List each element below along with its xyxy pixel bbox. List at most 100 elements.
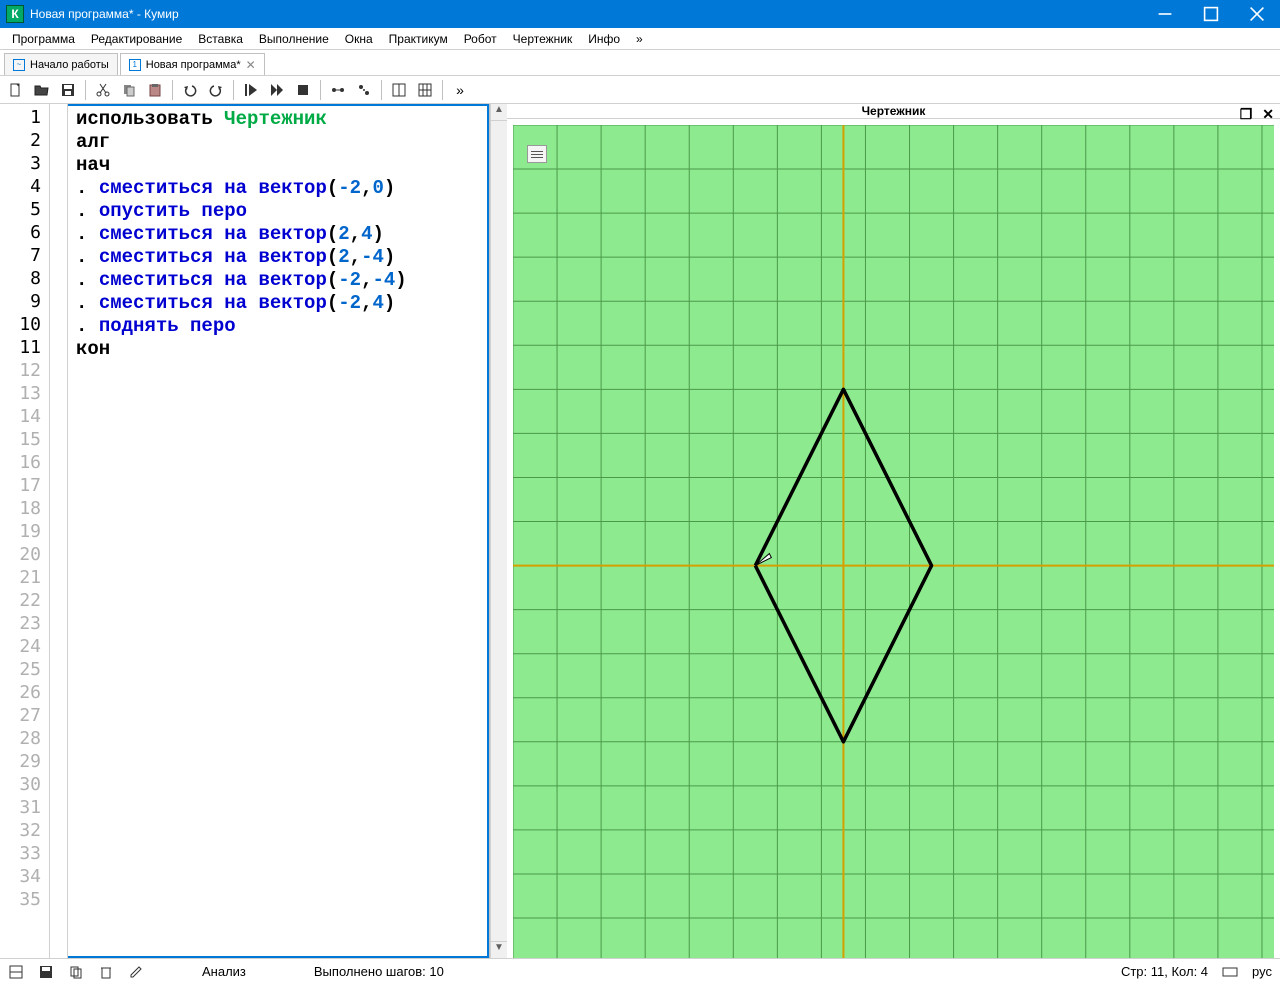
editor-pane: 1234567891011121314151617181920212223242… [0, 104, 490, 958]
line-number: 26 [0, 681, 49, 704]
more-button[interactable]: » [448, 79, 472, 101]
app-icon: К [6, 5, 24, 23]
menu-item[interactable]: Окна [337, 30, 381, 48]
line-number: 25 [0, 658, 49, 681]
status-analysis: Анализ [202, 964, 246, 979]
line-number: 12 [0, 359, 49, 382]
status-position: Стр: 11, Кол: 4 [1121, 964, 1208, 979]
line-gutter: 1234567891011121314151617181920212223242… [0, 104, 50, 958]
scroll-track[interactable] [491, 121, 507, 941]
line-number: 5 [0, 198, 49, 221]
close-button[interactable] [1234, 0, 1280, 28]
run-button[interactable] [239, 79, 263, 101]
line-number: 29 [0, 750, 49, 773]
menu-item[interactable]: Вставка [190, 30, 251, 48]
keyboard-icon[interactable] [1222, 964, 1238, 980]
tab-label: Начало работы [30, 59, 109, 71]
menu-item[interactable]: Редактирование [83, 30, 190, 48]
line-number: 23 [0, 612, 49, 635]
line-number: 10 [0, 313, 49, 336]
line-number: 28 [0, 727, 49, 750]
status-icon-1[interactable] [8, 964, 24, 980]
menu-item[interactable]: Инфо [580, 30, 628, 48]
toolbar: » [0, 76, 1280, 104]
drawing-canvas[interactable] [513, 125, 1274, 958]
step-button[interactable] [265, 79, 289, 101]
draw-panel-header: Чертежник ❐ ✕ [507, 104, 1280, 119]
line-number: 8 [0, 267, 49, 290]
line-number: 22 [0, 589, 49, 612]
line-number: 20 [0, 543, 49, 566]
redo-button[interactable] [204, 79, 228, 101]
line-number: 14 [0, 405, 49, 428]
panel-2-button[interactable] [413, 79, 437, 101]
line-number: 1 [0, 106, 49, 129]
scroll-up-icon[interactable]: ▲ [491, 104, 507, 121]
new-file-button[interactable] [4, 79, 28, 101]
editor-margin [50, 104, 68, 958]
menu-item[interactable]: » [628, 30, 651, 48]
maximize-button[interactable] [1188, 0, 1234, 28]
menu-item[interactable]: Выполнение [251, 30, 337, 48]
undo-button[interactable] [178, 79, 202, 101]
paste-button[interactable] [143, 79, 167, 101]
status-save-icon[interactable] [38, 964, 54, 980]
toggle-b-button[interactable] [352, 79, 376, 101]
menubar: ПрограммаРедактированиеВставкаВыполнение… [0, 28, 1280, 50]
open-file-button[interactable] [30, 79, 54, 101]
window-titlebar: К Новая программа* - Кумир [0, 0, 1280, 28]
menu-item[interactable]: Чертежник [505, 30, 581, 48]
line-number: 7 [0, 244, 49, 267]
draw-panel-title: Чертежник [862, 104, 926, 118]
canvas-wrap [507, 119, 1280, 958]
document-tab[interactable]: ~ Начало работы [4, 53, 118, 75]
undock-icon[interactable]: ❐ [1240, 106, 1253, 123]
line-number: 13 [0, 382, 49, 405]
menu-item[interactable]: Практикум [381, 30, 456, 48]
status-edit-icon[interactable] [128, 964, 144, 980]
menu-item[interactable]: Робот [456, 30, 505, 48]
line-number: 31 [0, 796, 49, 819]
close-panel-icon[interactable]: ✕ [1262, 106, 1274, 123]
tab-label: Новая программа* [146, 59, 241, 71]
copy-button[interactable] [117, 79, 141, 101]
editor-scrollbar[interactable]: ▲ ▼ [490, 104, 507, 958]
line-number: 4 [0, 175, 49, 198]
line-number: 32 [0, 819, 49, 842]
line-number: 3 [0, 152, 49, 175]
status-steps: Выполнено шагов: 10 [314, 964, 444, 979]
status-delete-icon[interactable] [98, 964, 114, 980]
line-number: 33 [0, 842, 49, 865]
line-number: 6 [0, 221, 49, 244]
save-button[interactable] [56, 79, 80, 101]
line-number: 18 [0, 497, 49, 520]
panel-1-button[interactable] [387, 79, 411, 101]
line-number: 9 [0, 290, 49, 313]
scroll-down-icon[interactable]: ▼ [491, 941, 507, 958]
toggle-a-button[interactable] [326, 79, 350, 101]
line-number: 35 [0, 888, 49, 911]
cut-button[interactable] [91, 79, 115, 101]
statusbar: Анализ Выполнено шагов: 10 Стр: 11, Кол:… [0, 958, 1280, 984]
stop-button[interactable] [291, 79, 315, 101]
line-number: 17 [0, 474, 49, 497]
line-number: 30 [0, 773, 49, 796]
document-tab[interactable]: 1 Новая программа* ✕ [120, 53, 265, 75]
tab-icon: ~ [13, 59, 25, 71]
status-lang: рус [1252, 964, 1272, 979]
tab-close-icon[interactable]: ✕ [246, 58, 256, 72]
line-number: 19 [0, 520, 49, 543]
minimize-button[interactable] [1142, 0, 1188, 28]
line-number: 11 [0, 336, 49, 359]
line-number: 16 [0, 451, 49, 474]
status-copy-icon[interactable] [68, 964, 84, 980]
main-area: 1234567891011121314151617181920212223242… [0, 104, 1280, 958]
menu-item[interactable]: Программа [4, 30, 83, 48]
line-number: 27 [0, 704, 49, 727]
draw-pane: Чертежник ❐ ✕ [507, 104, 1280, 958]
line-number: 2 [0, 129, 49, 152]
canvas-menu-icon[interactable] [527, 145, 547, 163]
code-editor[interactable]: использовать Чертежник алг нач . сместит… [68, 104, 489, 958]
tab-icon: 1 [129, 59, 141, 71]
line-number: 24 [0, 635, 49, 658]
